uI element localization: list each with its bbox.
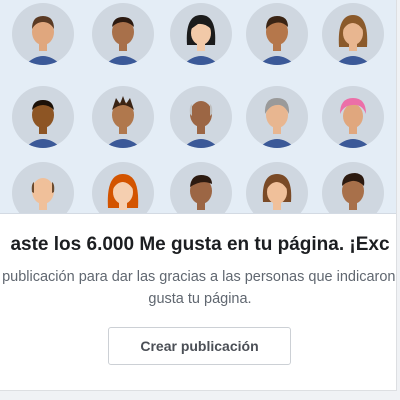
avatar-man-quiff-icon — [322, 162, 384, 213]
avatar-man-dark-skin-icon — [12, 86, 74, 148]
milestone-card: aste los 6.000 Me gusta en tu página. ¡E… — [0, 0, 397, 391]
avatar-man-bald-icon — [170, 86, 232, 148]
milestone-headline: aste los 6.000 Me gusta en tu página. ¡E… — [10, 234, 390, 255]
avatar-woman-auburn-hair-icon — [322, 3, 384, 65]
avatar-man-curly-hair-icon — [12, 3, 74, 65]
avatar-man-tan-icon — [246, 3, 308, 65]
avatar-woman-red-hair-icon — [92, 162, 154, 213]
avatar-man-spiky-hair-icon — [92, 86, 154, 148]
avatar-woman-dark-hair-icon — [170, 3, 232, 65]
avatar-man-short-hair-icon — [92, 3, 154, 65]
create-post-button[interactable]: Crear publicación — [108, 327, 291, 365]
milestone-banner — [0, 0, 396, 214]
avatar-woman-brown-bob-icon — [246, 162, 308, 213]
avatar-man-balding-icon — [12, 162, 74, 213]
avatar-man-side-part-icon — [170, 162, 232, 213]
avatar-man-gray-hair-icon — [246, 86, 308, 148]
milestone-subtext: ea una publicación para dar las gracias … — [0, 269, 396, 307]
avatar-woman-pink-hair-icon — [322, 86, 384, 148]
